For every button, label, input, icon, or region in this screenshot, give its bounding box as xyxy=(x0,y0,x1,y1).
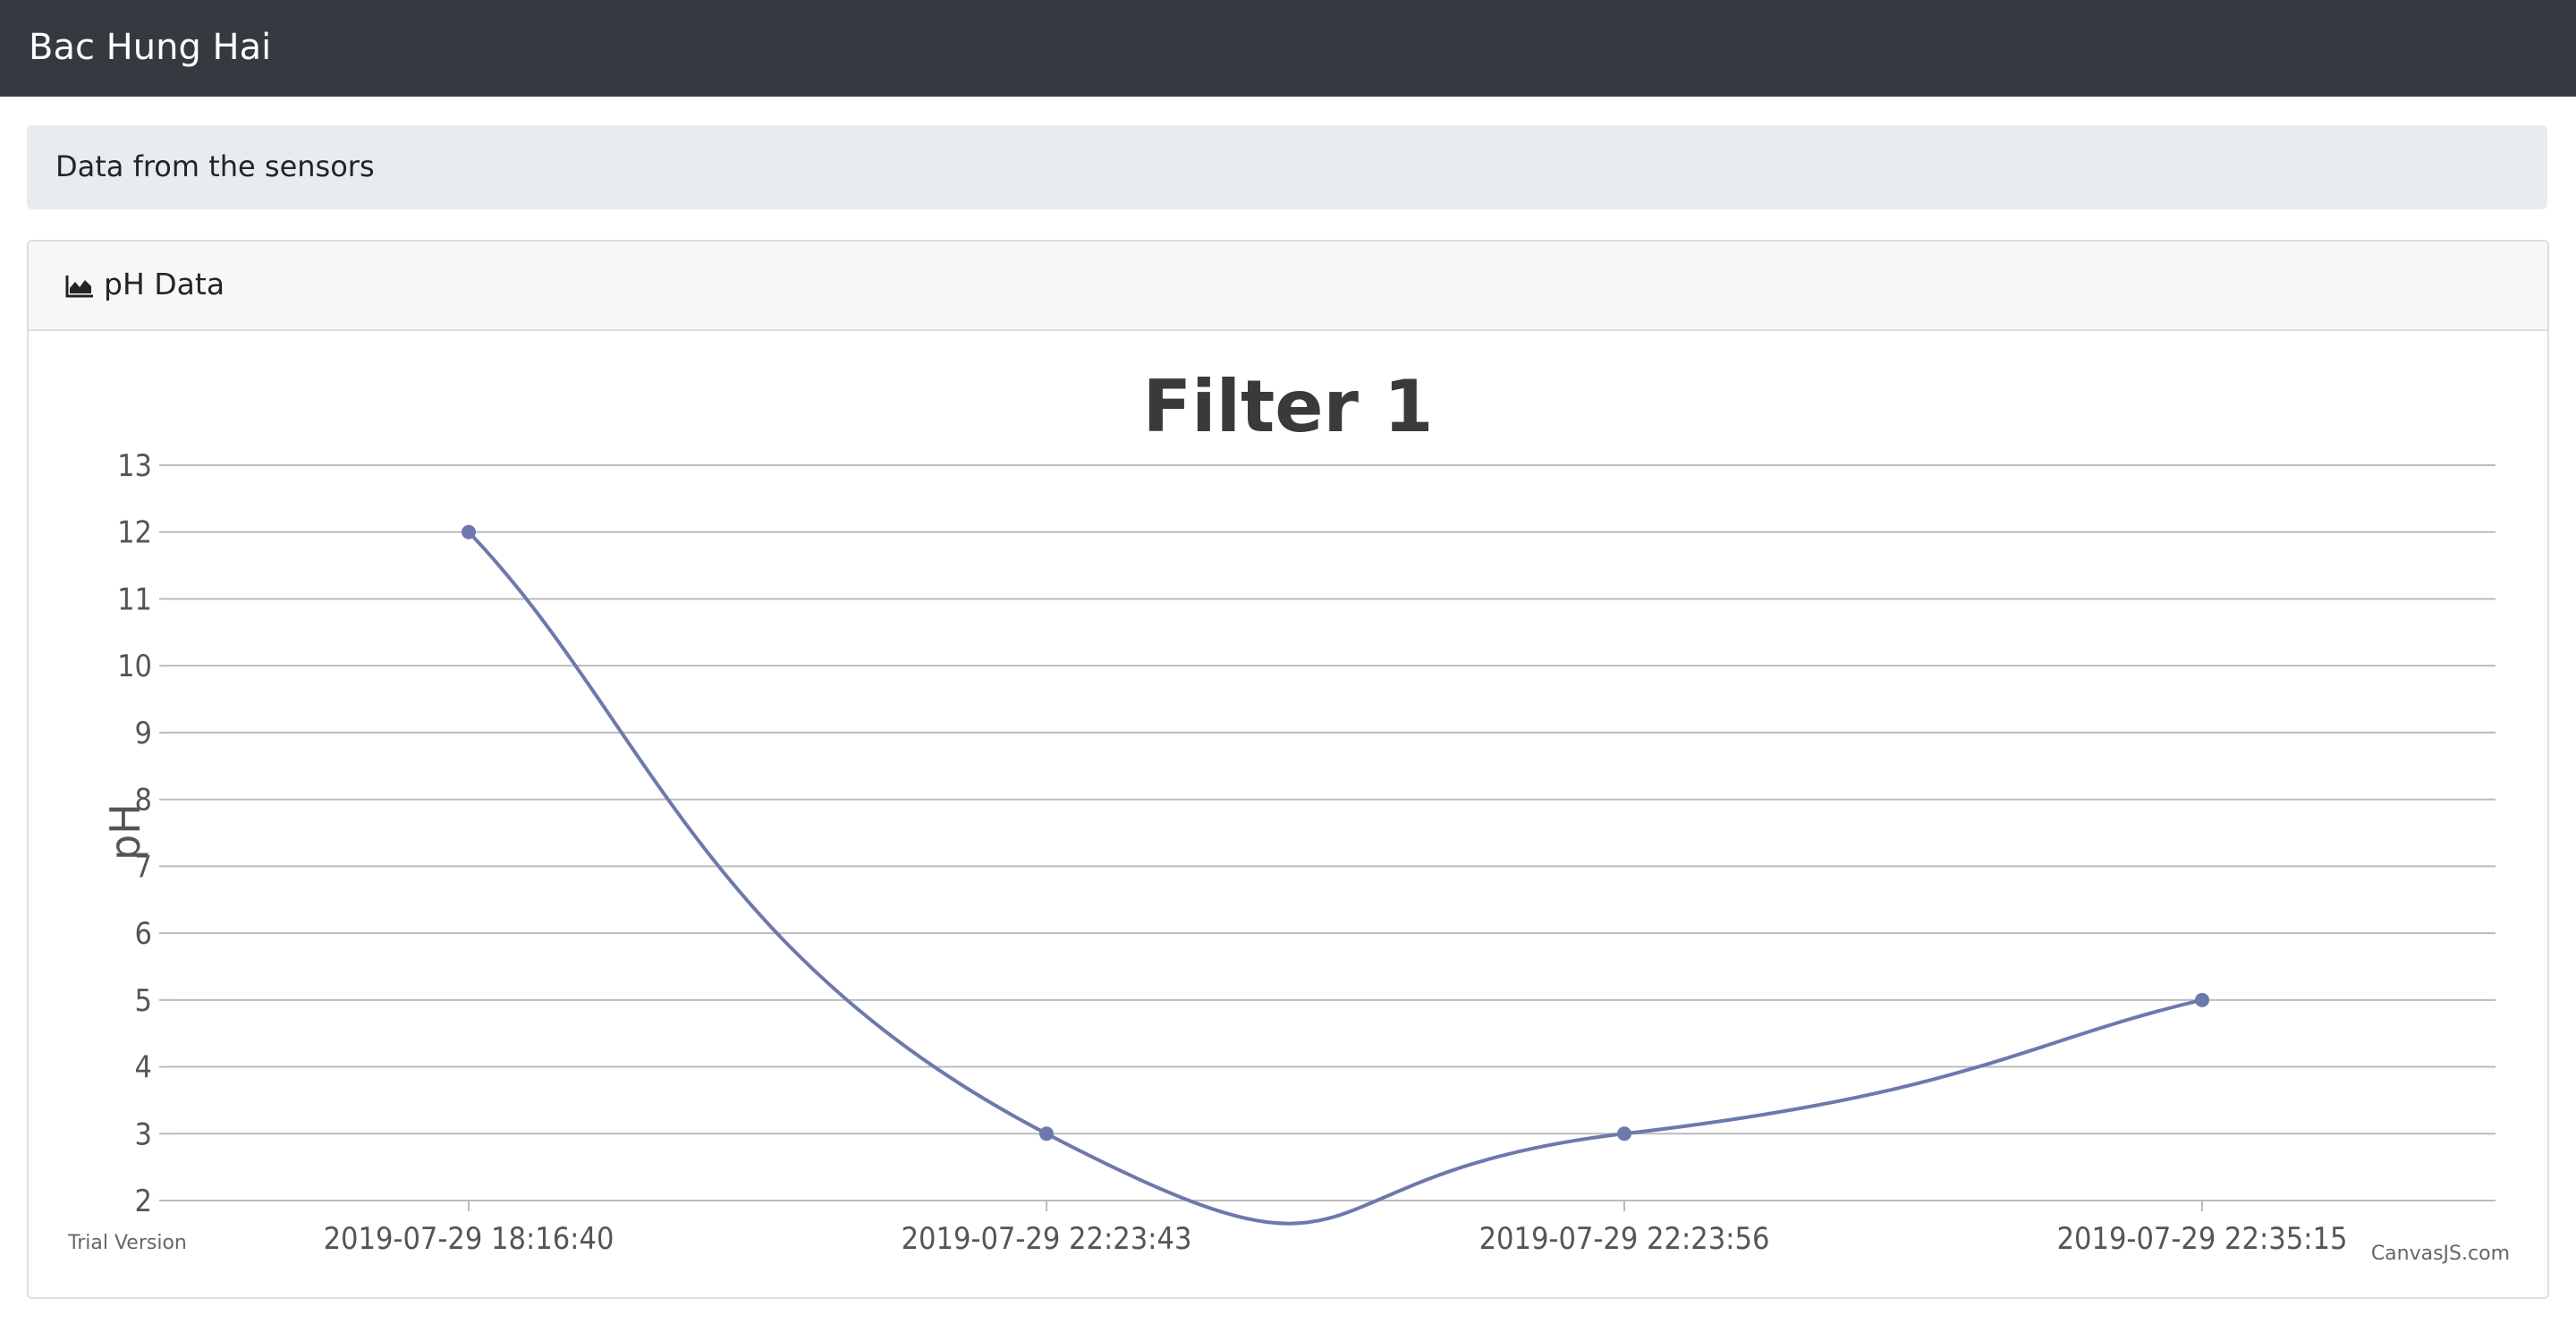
y-tick-label-13: 13 xyxy=(117,448,152,484)
y-tick-label-3: 3 xyxy=(135,1116,152,1152)
breadcrumb: Data from the sensors xyxy=(27,125,2547,209)
navbar: Bac Hung Hai xyxy=(0,0,2576,97)
data-point-1[interactable] xyxy=(1039,1126,1054,1142)
y-tick-label-10: 10 xyxy=(117,649,152,684)
y-tick-label-7: 7 xyxy=(135,849,152,885)
canvasjs-credit-link[interactable]: CanvasJS.com xyxy=(2371,1243,2510,1265)
y-tick-label-12: 12 xyxy=(117,515,152,551)
y-tick-label-9: 9 xyxy=(135,716,152,751)
x-tick-label-3: 2019-07-29 22:35:15 xyxy=(2057,1221,2348,1257)
chart-card: pH Data Filter 1 pH 2 3 4 5 6 7 8 9 10 11 12 13 201… xyxy=(27,240,2549,1299)
data-point-3[interactable] xyxy=(2195,992,2209,1007)
series-layer xyxy=(462,524,2209,1226)
x-tick-label-0: 2019-07-29 18:16:40 xyxy=(324,1221,614,1257)
breadcrumb-text: Data from the sensors xyxy=(55,149,375,183)
y-tick-label-8: 8 xyxy=(135,783,152,819)
x-axis-ticks: 2019-07-29 18:16:40 2019-07-29 22:23:43 20… xyxy=(324,1201,2348,1257)
y-tick-label-4: 4 xyxy=(135,1050,152,1086)
brand-link[interactable]: Bac Hung Hai xyxy=(29,23,271,72)
ph-line-chart: Filter 1 pH 2345678910111213 2019-07-29 … xyxy=(67,365,2510,1265)
x-tick-label-1: 2019-07-29 22:23:43 xyxy=(902,1221,1192,1257)
series-line-0 xyxy=(467,530,2203,1226)
data-point-0[interactable] xyxy=(462,524,476,539)
data-point-2[interactable] xyxy=(1617,1126,1631,1142)
x-tick-label-2: 2019-07-29 22:23:56 xyxy=(1479,1221,1770,1257)
trial-version-watermark: Trial Version xyxy=(67,1232,187,1254)
y-tick-label-2: 2 xyxy=(135,1184,152,1219)
y-tick-label-5: 5 xyxy=(135,983,152,1019)
y-tick-label-11: 11 xyxy=(117,581,152,617)
chart-title: Filter 1 xyxy=(1143,365,1434,448)
y-tick-label-6: 6 xyxy=(135,916,152,952)
